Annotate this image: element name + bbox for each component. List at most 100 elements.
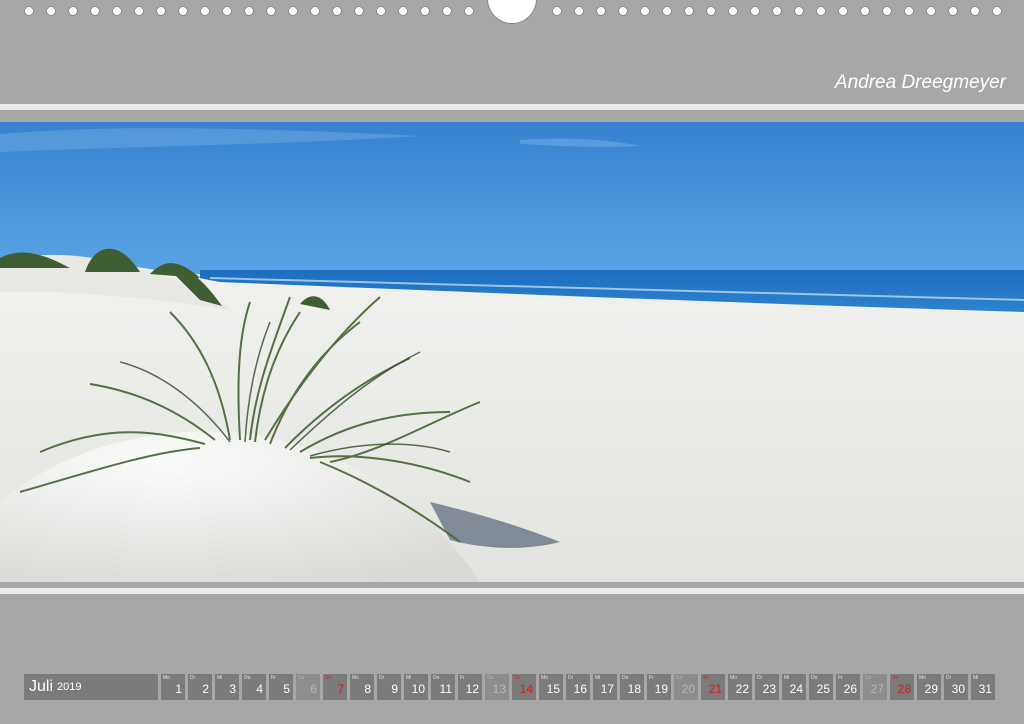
binding-hole bbox=[662, 6, 672, 16]
day-number: 5 bbox=[283, 682, 290, 696]
calendar-day: Do 11 bbox=[431, 674, 455, 700]
calendar-day: Di 30 bbox=[944, 674, 968, 700]
binding-hole bbox=[310, 6, 320, 16]
day-number: 2 bbox=[202, 682, 209, 696]
binding-hole bbox=[90, 6, 100, 16]
weekday-label: Di bbox=[757, 675, 762, 681]
binding-hole bbox=[24, 6, 34, 16]
spiral-binding bbox=[0, 0, 1024, 26]
calendar-day: So 7 bbox=[323, 674, 347, 700]
weekday-label: Mi bbox=[406, 675, 412, 681]
calendar-day: Sa 27 bbox=[863, 674, 887, 700]
binding-hole bbox=[772, 6, 782, 16]
binding-hole bbox=[156, 6, 166, 16]
binding-hole bbox=[750, 6, 760, 16]
binding-hole bbox=[178, 6, 188, 16]
weekday-label: Do bbox=[244, 675, 251, 681]
day-number: 8 bbox=[364, 682, 371, 696]
binding-hole bbox=[68, 6, 78, 16]
binding-hole bbox=[420, 6, 430, 16]
day-number: 17 bbox=[600, 682, 614, 696]
weekday-label: Mo bbox=[163, 675, 170, 681]
calendar-day: Mo 15 bbox=[539, 674, 563, 700]
day-number: 20 bbox=[681, 682, 695, 696]
calendar-day: Mi 17 bbox=[593, 674, 617, 700]
calendar-day: Do 18 bbox=[620, 674, 644, 700]
calendar-day: Do 25 bbox=[809, 674, 833, 700]
day-number: 10 bbox=[411, 682, 425, 696]
month-year: 2019 bbox=[57, 681, 82, 693]
calendar-day: Di 16 bbox=[566, 674, 590, 700]
month-calendar-strip: Juli 2019 Mo 1 Di 2 Mi 3 Do 4 Fr 5 Sa 6 So 7 Mo 8 Di 9 Mi 1… bbox=[24, 674, 998, 700]
binding-hole bbox=[728, 6, 738, 16]
weekday-label: Fr bbox=[838, 675, 843, 681]
month-label: Juli 2019 bbox=[24, 674, 158, 700]
weekday-label: Di bbox=[190, 675, 195, 681]
binding-hole bbox=[640, 6, 650, 16]
calendar-day: Di 9 bbox=[377, 674, 401, 700]
binding-hole bbox=[288, 6, 298, 16]
calendar-day: Do 4 bbox=[242, 674, 266, 700]
day-number: 22 bbox=[735, 682, 749, 696]
day-number: 7 bbox=[337, 682, 344, 696]
calendar-day: Fr 12 bbox=[458, 674, 482, 700]
weekday-label: Mi bbox=[784, 675, 790, 681]
binding-hole bbox=[618, 6, 628, 16]
day-number: 18 bbox=[627, 682, 641, 696]
weekday-label: Mo bbox=[541, 675, 548, 681]
author-name: Andrea Dreegmeyer bbox=[834, 72, 1006, 93]
day-number: 26 bbox=[843, 682, 857, 696]
day-number: 9 bbox=[391, 682, 398, 696]
calendar-day: Mi 31 bbox=[971, 674, 995, 700]
binding-hole bbox=[970, 6, 980, 16]
binding-hole bbox=[112, 6, 122, 16]
calendar-day: Mi 3 bbox=[215, 674, 239, 700]
day-number: 21 bbox=[708, 682, 722, 696]
binding-hole bbox=[684, 6, 694, 16]
calendar-day: Sa 13 bbox=[485, 674, 509, 700]
weekday-label: So bbox=[892, 675, 899, 681]
day-number: 16 bbox=[573, 682, 587, 696]
binding-hole bbox=[46, 6, 56, 16]
day-number: 31 bbox=[978, 682, 992, 696]
day-number: 14 bbox=[519, 682, 533, 696]
calendar-day: Mi 24 bbox=[782, 674, 806, 700]
binding-hole bbox=[926, 6, 936, 16]
hanger-hole bbox=[487, 0, 537, 24]
weekday-label: Di bbox=[379, 675, 384, 681]
weekday-label: Mi bbox=[217, 675, 223, 681]
binding-hole bbox=[992, 6, 1002, 16]
day-number: 4 bbox=[256, 682, 263, 696]
day-number: 13 bbox=[492, 682, 506, 696]
weekday-label: Do bbox=[811, 675, 818, 681]
calendar-day: So 21 bbox=[701, 674, 725, 700]
calendar-day: Sa 20 bbox=[674, 674, 698, 700]
binding-hole bbox=[464, 6, 474, 16]
binding-hole bbox=[442, 6, 452, 16]
calendar-day: Mo 1 bbox=[161, 674, 185, 700]
binding-hole bbox=[376, 6, 386, 16]
calendar-day: Fr 5 bbox=[269, 674, 293, 700]
weekday-label: Mi bbox=[973, 675, 979, 681]
binding-hole bbox=[948, 6, 958, 16]
binding-hole bbox=[200, 6, 210, 16]
weekday-label: Mi bbox=[595, 675, 601, 681]
day-number: 3 bbox=[229, 682, 236, 696]
binding-hole bbox=[134, 6, 144, 16]
weekday-label: Fr bbox=[460, 675, 465, 681]
binding-hole bbox=[838, 6, 848, 16]
binding-hole bbox=[266, 6, 276, 16]
day-number: 28 bbox=[897, 682, 911, 696]
weekday-label: Fr bbox=[649, 675, 654, 681]
binding-hole bbox=[574, 6, 584, 16]
day-number: 1 bbox=[175, 682, 182, 696]
day-number: 12 bbox=[465, 682, 479, 696]
calendar-day: Mo 22 bbox=[728, 674, 752, 700]
calendar-day: Mi 10 bbox=[404, 674, 428, 700]
binding-hole bbox=[222, 6, 232, 16]
photo-illustration bbox=[0, 122, 1024, 582]
binding-hole bbox=[794, 6, 804, 16]
day-number: 29 bbox=[924, 682, 938, 696]
weekday-label: Sa bbox=[865, 675, 872, 681]
weekday-label: Mo bbox=[919, 675, 926, 681]
